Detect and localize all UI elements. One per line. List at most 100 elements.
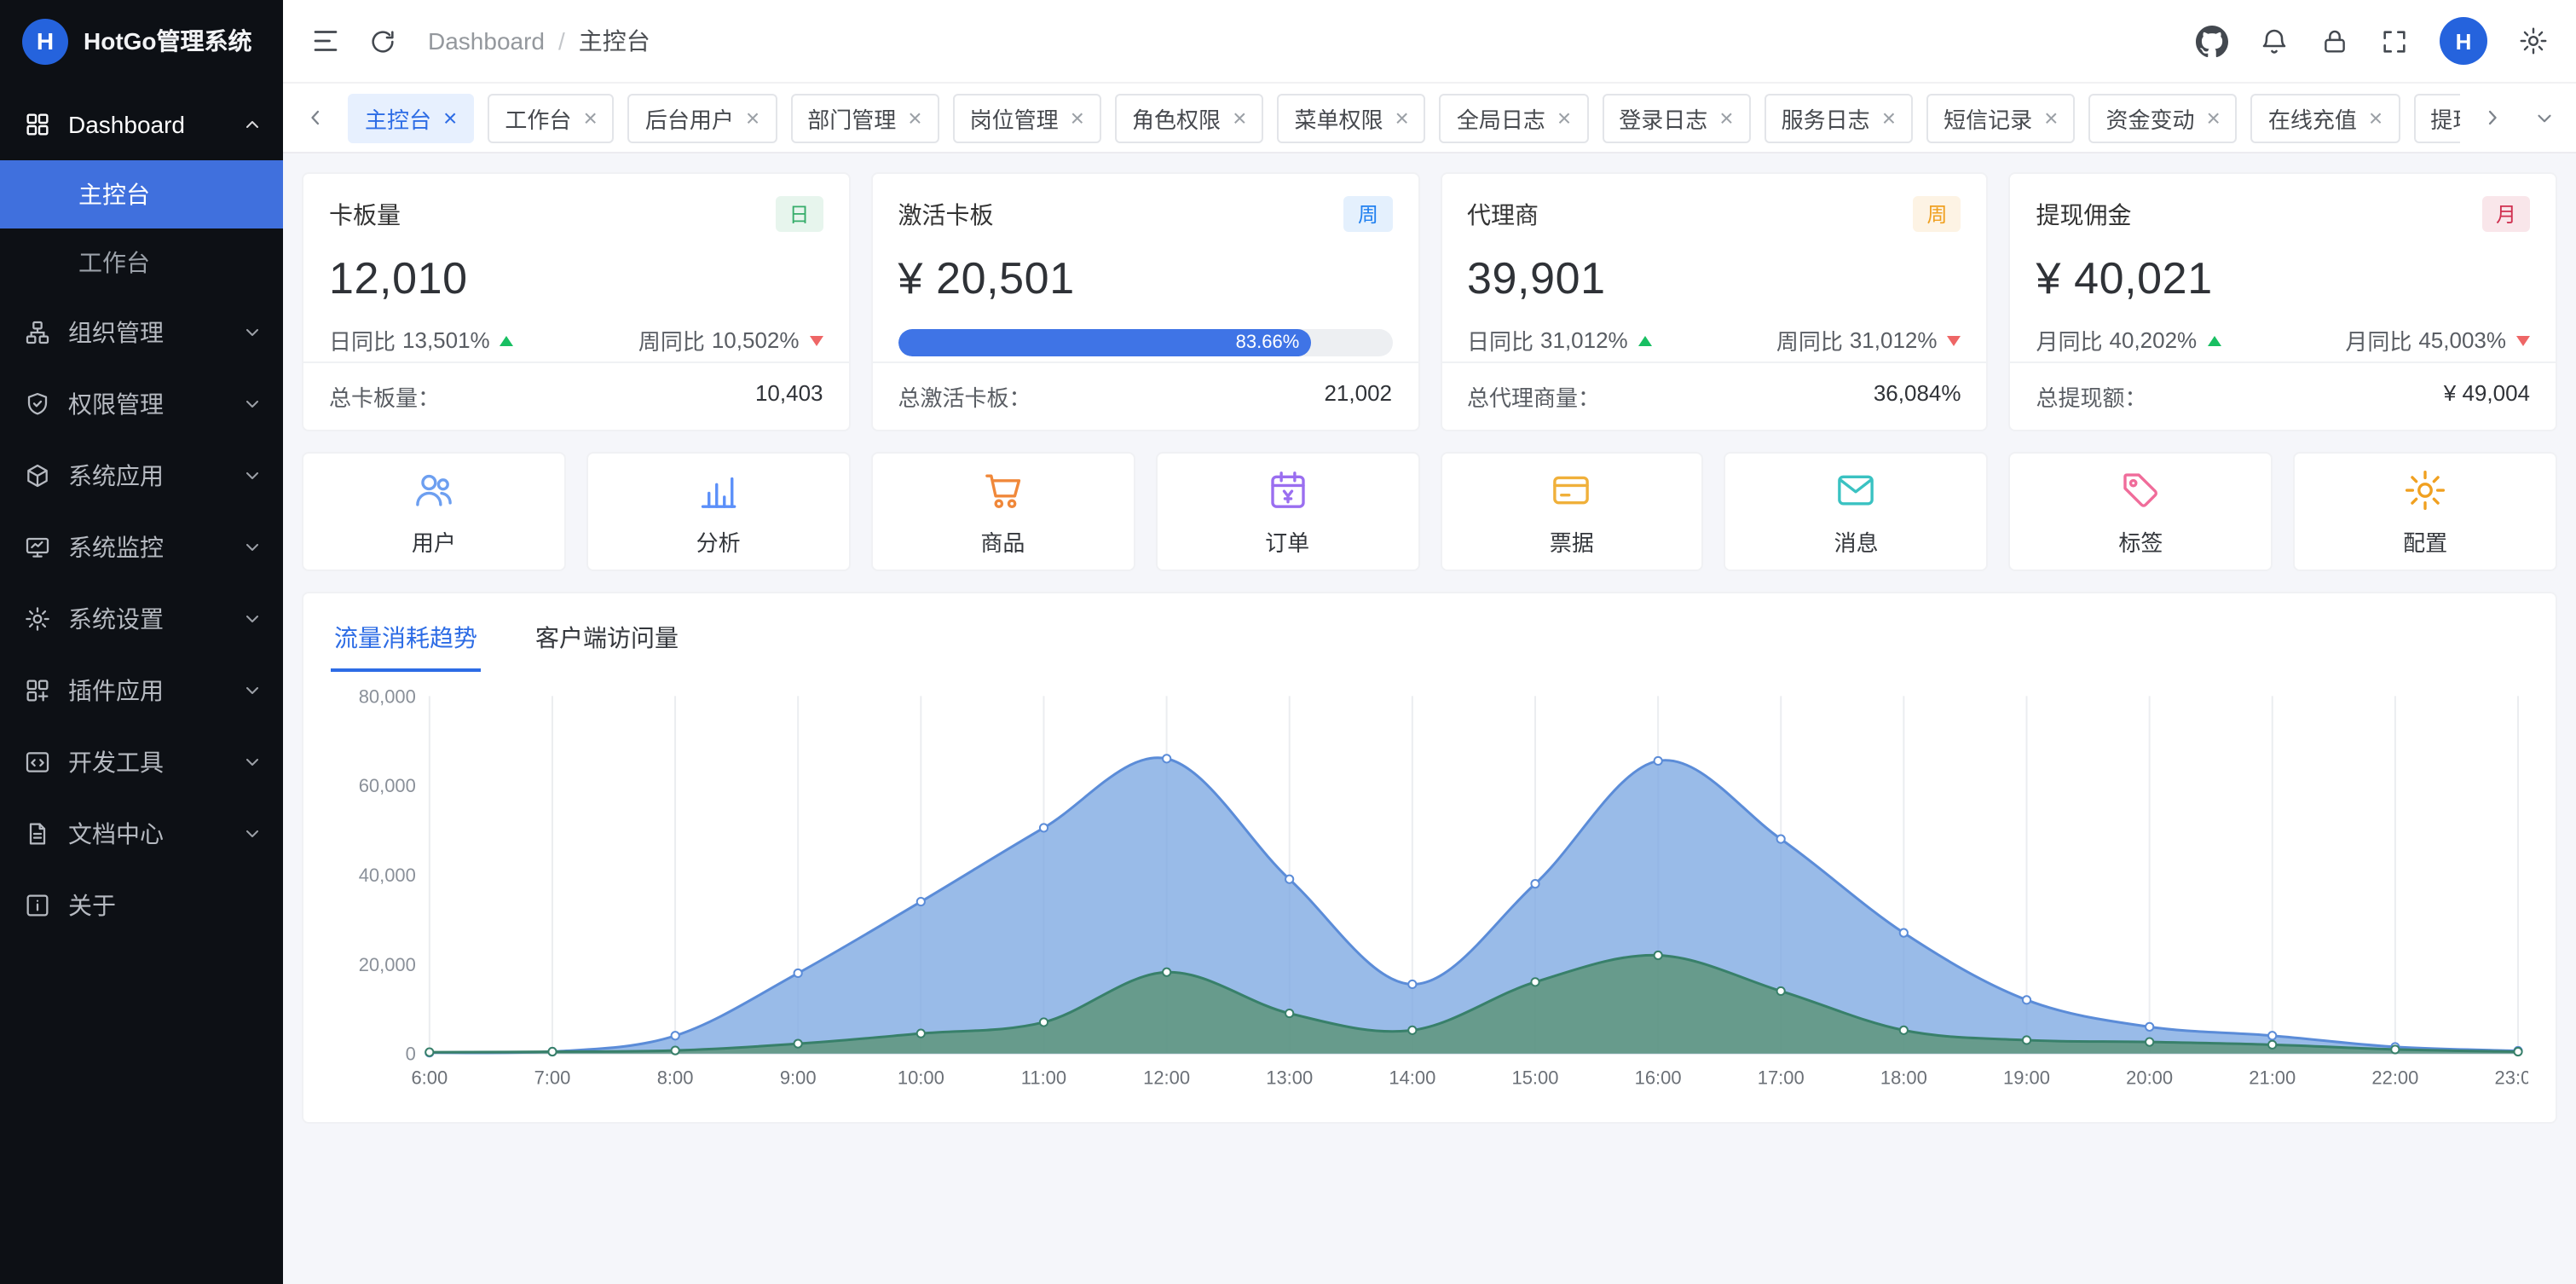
bar-chart-icon — [696, 466, 742, 512]
stat-sub-left: 日同比 31,012% — [1467, 324, 1652, 356]
tab-chip-6[interactable]: 菜单权限× — [1277, 93, 1425, 142]
sidebar-item-devtools[interactable]: 开发工具 — [0, 726, 283, 798]
svg-text:13:00: 13:00 — [1266, 1067, 1313, 1089]
tab-chip-1[interactable]: 工作台× — [488, 93, 614, 142]
stat-card-card-volume: 卡板量 日 12,010 日同比 13,501% 周同比 10,502% — [302, 172, 851, 431]
shortcut-orders[interactable]: 订单 — [1155, 452, 1419, 571]
sidebar-item-label: 系统应用 — [68, 459, 164, 493]
shortcut-messages[interactable]: 消息 — [1724, 452, 1989, 571]
svg-text:14:00: 14:00 — [1389, 1067, 1435, 1089]
sidebar-item-docs[interactable]: 文档中心 — [0, 798, 283, 870]
close-icon[interactable]: × — [1071, 106, 1084, 130]
chevron-down-icon — [242, 322, 263, 343]
close-icon[interactable]: × — [746, 106, 760, 130]
stat-card-agents: 代理商 周 39,901 日同比 31,012% 周同比 31,012% — [1440, 172, 1989, 431]
progress-label: 83.66% — [1236, 333, 1300, 353]
tabs-scroll-left-icon[interactable] — [297, 99, 334, 136]
close-icon[interactable]: × — [1719, 106, 1733, 130]
tab-label: 提现管理 — [2430, 101, 2460, 134]
refresh-icon[interactable] — [368, 26, 397, 55]
main-column: Dashboard / 主控台 H — [283, 0, 2576, 1284]
tab-chip-2[interactable]: 后台用户× — [628, 93, 777, 142]
avatar[interactable]: H — [2440, 17, 2487, 65]
tab-chip-7[interactable]: 全局日志× — [1440, 93, 1588, 142]
shortcut-config[interactable]: 配置 — [2293, 452, 2557, 571]
close-icon[interactable]: × — [1557, 106, 1571, 130]
tab-chip-12[interactable]: 在线充值× — [2251, 93, 2400, 142]
sidebar-item-system-monitor[interactable]: 系统监控 — [0, 512, 283, 583]
organization-icon — [24, 319, 51, 346]
sidebar-item-organization[interactable]: 组织管理 — [0, 297, 283, 368]
close-icon[interactable]: × — [583, 106, 597, 130]
sidebar-item-about[interactable]: 关于 — [0, 870, 283, 941]
lock-icon[interactable] — [2320, 26, 2349, 55]
tab-label: 角色权限 — [1132, 101, 1221, 134]
tabs-menu-chevron-icon[interactable] — [2525, 99, 2562, 136]
bell-icon[interactable] — [2259, 26, 2290, 56]
sidebar-item-plugins[interactable]: 插件应用 — [0, 655, 283, 726]
progress-bar: 83.66% — [898, 329, 1393, 356]
stat-footer-label: 总提现额： — [2036, 380, 2147, 413]
sidebar-item-label: 权限管理 — [68, 387, 164, 421]
stat-sub-right: 月同比 45,003% — [2345, 324, 2530, 356]
tab-traffic-trend[interactable]: 流量消耗趋势 — [331, 614, 481, 672]
close-icon[interactable]: × — [2369, 106, 2383, 130]
tab-label: 短信记录 — [1944, 101, 2032, 134]
sidebar-item-workbench[interactable]: 工作台 — [0, 228, 283, 297]
close-icon[interactable]: × — [1395, 106, 1408, 130]
breadcrumb-root[interactable]: Dashboard — [428, 27, 545, 55]
close-icon[interactable]: × — [443, 106, 457, 130]
settings-gear-icon[interactable] — [2518, 26, 2549, 56]
tabbar: 主控台×工作台×后台用户×部门管理×岗位管理×角色权限×菜单权限×全局日志×登录… — [283, 84, 2576, 153]
tabs-scroll-right-icon[interactable] — [2474, 99, 2511, 136]
sidebar-item-system-settings[interactable]: 系统设置 — [0, 583, 283, 655]
shortcut-goods[interactable]: 商品 — [871, 452, 1135, 571]
svg-text:10:00: 10:00 — [898, 1067, 944, 1089]
tab-chip-5[interactable]: 角色权限 × — [1115, 93, 1263, 142]
gear-icon — [2402, 466, 2448, 512]
svg-text:40,000: 40,000 — [359, 865, 416, 886]
tab-client-visits[interactable]: 客户端访问量 — [532, 614, 682, 672]
tab-chip-8[interactable]: 登录日志× — [1602, 93, 1750, 142]
fullscreen-icon[interactable] — [2380, 26, 2409, 55]
stat-card-title: 代理商 — [1467, 197, 1539, 231]
shortcut-tags[interactable]: 标签 — [2009, 452, 2273, 571]
page-content: 卡板量 日 12,010 日同比 13,501% 周同比 10,502% — [283, 153, 2576, 1284]
tab-chip-10[interactable]: 短信记录 × — [1926, 93, 2075, 142]
tab-chip-4[interactable]: 岗位管理× — [953, 93, 1101, 142]
close-icon[interactable]: × — [1233, 106, 1246, 130]
tab-chip-0[interactable]: 主控台× — [348, 93, 474, 142]
tab-chip-13[interactable]: 提现管理× — [2413, 93, 2460, 142]
sidebar-item-dashboard[interactable]: Dashboard — [0, 89, 283, 160]
svg-text:21:00: 21:00 — [2249, 1067, 2296, 1089]
sidebar-item-console[interactable]: 主控台 — [0, 160, 283, 228]
svg-text:15:00: 15:00 — [1512, 1067, 1559, 1089]
tab-label: 服务日志 — [1782, 101, 1870, 134]
shortcut-analysis[interactable]: 分析 — [586, 452, 851, 571]
github-icon[interactable] — [2196, 25, 2228, 57]
shortcut-row: 用户 分析 商品 订单 — [302, 452, 2557, 571]
breadcrumb-separator: / — [558, 27, 565, 55]
app-title: HotGo管理系统 — [84, 24, 252, 58]
close-icon[interactable]: × — [2044, 106, 2058, 130]
trend-down-icon — [810, 335, 823, 345]
shortcut-bills[interactable]: 票据 — [1440, 452, 1704, 571]
stat-footer-value: 36,084% — [1874, 380, 1961, 413]
svg-text:6:00: 6:00 — [411, 1067, 448, 1089]
trend-down-icon — [1948, 335, 1961, 345]
close-icon[interactable]: × — [2207, 106, 2221, 130]
svg-text:20,000: 20,000 — [359, 954, 416, 975]
shortcut-users[interactable]: 用户 — [302, 452, 566, 571]
close-icon[interactable]: × — [1882, 106, 1896, 130]
chevron-down-icon — [242, 752, 263, 772]
sidebar-item-system-app[interactable]: 系统应用 — [0, 440, 283, 512]
stat-cards-row: 卡板量 日 12,010 日同比 13,501% 周同比 10,502% — [302, 172, 2557, 431]
tab-chip-9[interactable]: 服务日志 × — [1765, 93, 1913, 142]
close-icon[interactable]: × — [908, 106, 921, 130]
sidebar-item-permission[interactable]: 权限管理 — [0, 368, 283, 440]
app-logo[interactable]: H HotGo管理系统 — [0, 0, 283, 82]
menu-collapse-icon[interactable] — [310, 26, 341, 56]
tab-chip-11[interactable]: 资金变动× — [2088, 93, 2237, 142]
bill-card-icon — [1549, 466, 1595, 512]
tab-chip-3[interactable]: 部门管理× — [790, 93, 939, 142]
